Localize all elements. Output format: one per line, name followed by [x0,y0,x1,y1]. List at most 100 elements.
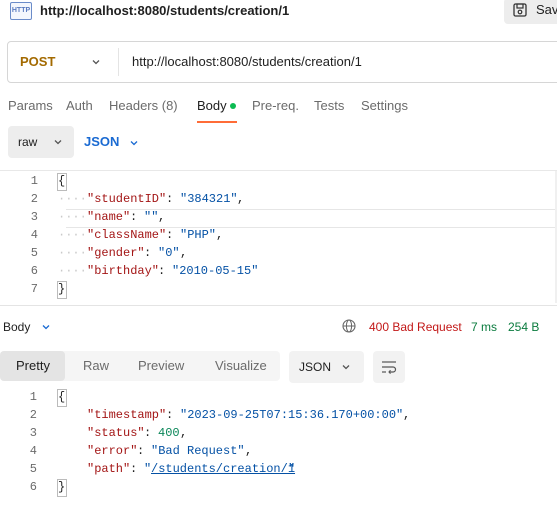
code-comma: , [180,426,188,440]
line-number: 3 [29,426,37,440]
json-key: "gender" [87,246,145,260]
json-key: "name" [87,210,131,224]
json-value: "0" [158,246,180,260]
code-colon: : [144,246,152,260]
section-divider [0,305,557,306]
request-body-editor[interactable]: 1 { 2 ···· "studentID" : "384321" , 3 ··… [0,170,557,303]
chevron-down-icon[interactable] [40,321,52,333]
response-section-label[interactable]: Body [3,320,30,334]
body-active-dot [230,103,236,109]
code-brace: } [58,282,66,296]
divider [118,48,119,76]
response-format-select[interactable]: JSON [289,351,364,383]
tab-tests[interactable]: Tests [314,98,344,113]
code-colon: : [166,228,174,242]
json-value: "2010-05-15" [172,264,259,278]
code-colon: : [158,264,166,278]
json-key: "className" [87,228,167,242]
code-colon: : [130,210,138,224]
code-comma: , [216,228,224,242]
indent-guide: ···· [58,228,87,242]
tab-headers[interactable]: Headers (8) [109,98,178,113]
tab-auth[interactable]: Auth [66,98,93,113]
json-value-quote: " [288,462,296,476]
save-icon [513,3,527,17]
tab-settings[interactable]: Settings [361,98,408,113]
line-number: 2 [29,408,37,422]
indent-guide: ···· [58,264,87,278]
body-mode-select[interactable]: raw [8,126,74,158]
save-label: Save [536,2,557,17]
line-number: 7 [30,282,38,296]
chevron-down-icon [130,141,138,146]
code-brace: { [58,390,66,404]
http-icon: HTTP [10,2,32,20]
body-mode-label: raw [18,135,38,149]
line-number: 2 [30,192,38,206]
line-number: 4 [29,444,37,458]
tab-preview[interactable]: Preview [138,358,184,373]
body-format-label: JSON [84,134,120,149]
code-colon: : [137,444,145,458]
method-select[interactable]: POST [20,54,55,69]
json-value: 400 [158,426,180,440]
json-key: "path" [87,462,131,476]
json-key: "status" [87,426,145,440]
url-bar: POST http://localhost:8080/students/crea… [7,41,557,83]
code-brace: { [58,174,66,188]
json-key: "birthday" [87,264,160,278]
code-comma: , [237,192,245,206]
line-number: 1 [30,174,38,188]
response-size[interactable]: 254 B [508,320,539,334]
wrap-lines-icon [382,361,397,374]
tab-pretty[interactable]: Pretty [16,358,50,373]
json-key: "error" [87,444,138,458]
line-number: 5 [29,462,37,476]
json-value: "PHP" [180,228,217,242]
line-number: 4 [30,228,38,242]
chevron-down-icon[interactable] [90,56,102,68]
request-title[interactable]: http://localhost:8080/students/creation/… [40,3,289,18]
tab-raw[interactable]: Raw [83,358,109,373]
save-button[interactable]: Save [504,0,557,24]
json-key: "timestamp" [87,408,167,422]
response-format-label: JSON [299,360,332,374]
json-value: "384321" [180,192,238,206]
code-brace: } [58,480,66,494]
code-colon: : [166,192,174,206]
globe-icon[interactable] [342,319,356,333]
title-bar: HTTP http://localhost:8080/students/crea… [0,0,557,24]
code-comma: , [245,444,253,458]
url-input[interactable]: http://localhost:8080/students/creation/… [132,54,362,69]
code-comma: , [158,210,166,224]
response-time[interactable]: 7 ms [471,320,497,334]
line-number: 6 [29,480,37,494]
json-key: "studentID" [87,192,167,206]
tab-visualize[interactable]: Visualize [215,358,267,373]
json-value: "Bad Request" [151,444,245,458]
code-colon: : [130,462,138,476]
tab-pre-request[interactable]: Pre-req. [252,98,299,113]
code-comma: , [180,246,188,260]
status-badge[interactable]: 400 Bad Request [369,320,462,334]
json-value: "2023-09-25T07:15:36.170+00:00" [180,408,404,422]
chevron-down-icon [342,365,350,370]
line-number: 3 [30,210,38,224]
response-view-tabs: Pretty Raw Preview Visualize [0,351,280,381]
active-tab-underline [197,121,237,123]
code-comma: , [403,408,411,422]
line-number: 6 [30,264,38,278]
indent-guide: ···· [58,192,87,206]
wrap-lines-button[interactable] [373,351,405,383]
line-number: 1 [29,390,37,404]
line-number: 5 [30,246,38,260]
body-format-select[interactable]: JSON [84,134,138,149]
tab-params[interactable]: Params [8,98,53,113]
path-link[interactable]: /students/creation/1 [151,462,295,476]
indent-guide: ···· [58,210,87,224]
chevron-down-icon [54,140,62,145]
indent-guide: ···· [58,246,87,260]
response-header: Body 400 Bad Request 7 ms 254 B [0,316,557,340]
tab-body[interactable]: Body [197,98,227,113]
response-body[interactable]: 1 { 2 "timestamp" : "2023-09-25T07:15:36… [0,388,557,498]
